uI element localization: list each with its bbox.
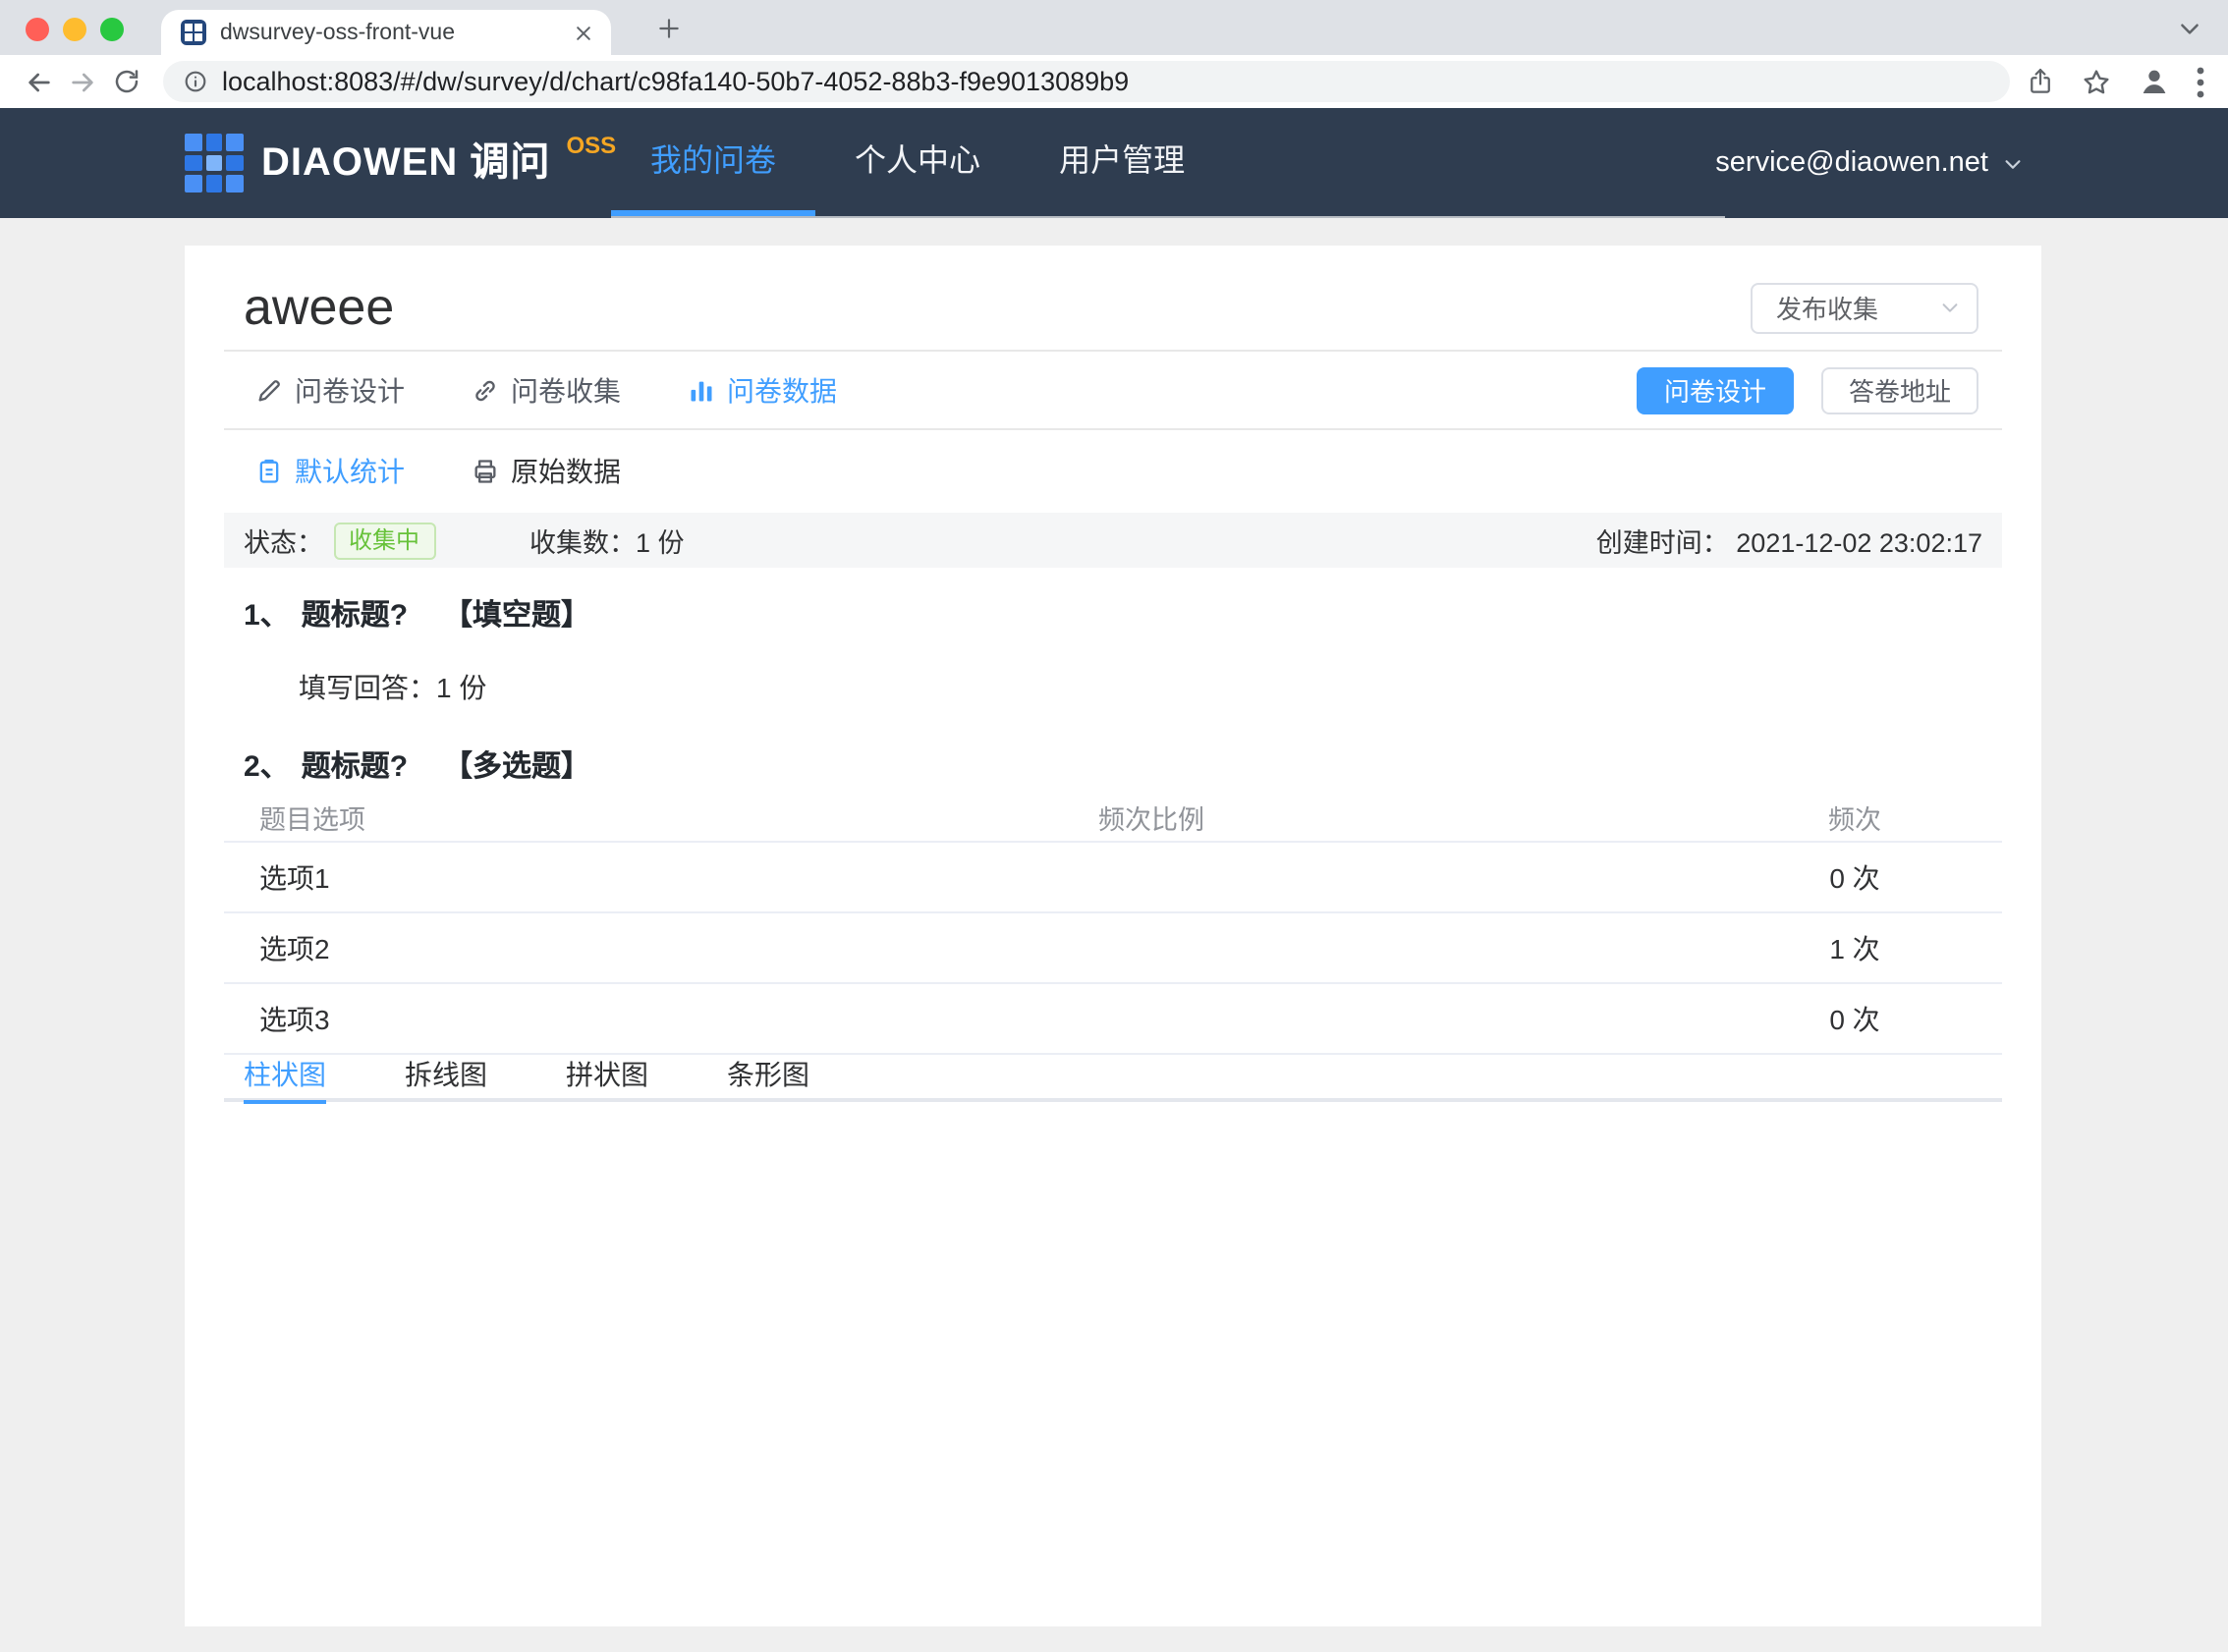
nav-item-my-surveys[interactable]: 我的问卷 bbox=[611, 108, 816, 216]
question-2-heading: 2、 题标题? 【多选题】 bbox=[244, 744, 2002, 786]
tab-label: 默认统计 bbox=[295, 456, 405, 487]
question-type-tag: 【多选题】 bbox=[443, 750, 591, 784]
tab-pie-chart[interactable]: 拼状图 bbox=[566, 1053, 648, 1100]
tab-line-chart[interactable]: 拆线图 bbox=[405, 1053, 487, 1100]
chevron-down-icon bbox=[2002, 152, 2024, 174]
table-row: 选项1 0.00% 0 次 bbox=[224, 843, 2002, 913]
address-bar[interactable]: localhost:8083/#/dw/survey/d/chart/c98fa… bbox=[163, 61, 2010, 102]
tab-search-chevron-icon[interactable] bbox=[2177, 16, 2204, 43]
tab-bar-chart[interactable]: 条形图 bbox=[727, 1053, 809, 1100]
minimize-window-button[interactable] bbox=[63, 18, 86, 41]
answer-value: 1 份 bbox=[436, 672, 487, 703]
tab-label: 原始数据 bbox=[511, 456, 621, 487]
site-info-icon[interactable] bbox=[183, 69, 208, 94]
browser-toolbar: localhost:8083/#/dw/survey/d/chart/c98fa… bbox=[0, 55, 2228, 108]
answer-label: 填写回答： bbox=[299, 672, 436, 703]
section-tabs-row: 问卷设计 问卷收集 问卷数据 问卷设计 答卷地址 bbox=[224, 352, 2002, 430]
nav-item-personal-center[interactable]: 个人中心 bbox=[815, 108, 1020, 216]
table-header-row: 题目选项 频次比例 频次 bbox=[224, 792, 2002, 843]
publish-collect-select[interactable]: 发布收集 bbox=[1751, 282, 1978, 333]
chart-type-tabs: 柱状图 拆线图 拼状图 条形图 bbox=[224, 1053, 2002, 1104]
page-background: aweee 发布收集 问卷设计 问卷收集 问卷数据 问卷设计 答卷地址 默认统计… bbox=[0, 218, 2228, 1652]
question-title: 题标题? bbox=[301, 750, 409, 784]
tab-survey-collect[interactable]: 问卷收集 bbox=[472, 370, 621, 410]
raw-data-printer-icon bbox=[472, 458, 499, 485]
question-number: 2、 bbox=[244, 750, 290, 784]
tab-column-chart[interactable]: 柱状图 bbox=[244, 1053, 326, 1104]
account-menu[interactable]: service@diaowen.net bbox=[1715, 108, 2024, 218]
created-time-label: 创建时间： bbox=[1595, 528, 1729, 558]
count-value: 1 次 bbox=[1829, 932, 1880, 964]
pencil-icon bbox=[255, 376, 283, 404]
answer-address-button[interactable]: 答卷地址 bbox=[1821, 366, 1978, 413]
options-table: 题目选项 频次比例 频次 选项1 0.00% 0 次 选项2 bbox=[224, 792, 2002, 1055]
profile-avatar-icon[interactable] bbox=[2138, 65, 2171, 98]
tab-label: 问卷收集 bbox=[511, 374, 621, 406]
reload-icon[interactable] bbox=[104, 60, 147, 103]
site-favicon bbox=[181, 20, 206, 45]
browser-tab[interactable]: dwsurvey-oss-front-vue bbox=[161, 10, 611, 55]
survey-card: aweee 发布收集 问卷设计 问卷收集 问卷数据 问卷设计 答卷地址 默认统计… bbox=[185, 246, 2041, 1626]
bookmark-star-icon[interactable] bbox=[2081, 66, 2112, 97]
status-bar: 状态： 收集中 收集数： 1 份 创建时间： 2021-12-02 23:02:… bbox=[224, 513, 2002, 568]
tab-label: 问卷数据 bbox=[727, 374, 837, 406]
count-value: 0 次 bbox=[1829, 861, 1880, 893]
browser-menu-icon[interactable] bbox=[2197, 66, 2204, 97]
clipboard-icon bbox=[255, 458, 283, 485]
link-icon bbox=[472, 376, 499, 404]
option-label: 选项2 bbox=[259, 932, 330, 964]
column-header-count: 频次 bbox=[1828, 804, 1881, 834]
back-icon[interactable] bbox=[18, 60, 61, 103]
tab-label: 问卷设计 bbox=[295, 374, 405, 406]
question-1-answer: 填写回答： 1 份 bbox=[299, 668, 2002, 707]
new-tab-button[interactable] bbox=[652, 12, 686, 45]
question-type-tag: 【填空题】 bbox=[443, 599, 591, 633]
tab-raw-data[interactable]: 原始数据 bbox=[472, 452, 621, 491]
table-row: 选项3 0.00% 0 次 bbox=[224, 984, 2002, 1055]
chevron-down-icon bbox=[1939, 297, 1961, 318]
tab-default-stats[interactable]: 默认统计 bbox=[255, 452, 405, 491]
window-controls bbox=[26, 18, 124, 41]
account-email: service@diaowen.net bbox=[1715, 147, 1988, 179]
tab-title: dwsurvey-oss-front-vue bbox=[220, 21, 456, 44]
stat-tabs-row: 默认统计 原始数据 bbox=[255, 430, 2002, 513]
status-label: 状态： bbox=[244, 528, 323, 558]
tab-survey-data[interactable]: 问卷数据 bbox=[688, 370, 837, 410]
option-label: 选项3 bbox=[259, 1003, 330, 1034]
main-nav: 我的问卷 个人中心 用户管理 bbox=[611, 108, 1725, 218]
question-title: 题标题? bbox=[301, 599, 409, 633]
nav-item-user-management[interactable]: 用户管理 bbox=[1020, 108, 1224, 216]
question-number: 1、 bbox=[244, 599, 290, 633]
tab-strip: dwsurvey-oss-front-vue bbox=[0, 0, 2228, 55]
brand-name: DIAOWEN 调问 bbox=[261, 141, 551, 185]
created-time-value: 2021-12-02 23:02:17 bbox=[1736, 528, 1982, 558]
brand-badge: OSS bbox=[566, 132, 617, 159]
share-icon[interactable] bbox=[2026, 67, 2055, 96]
survey-title-row: aweee 发布收集 bbox=[224, 246, 2002, 352]
table-row: 选项2 100.00% 1 次 bbox=[224, 913, 2002, 984]
question-1-heading: 1、 题标题? 【填空题】 bbox=[244, 593, 2002, 634]
bar-chart-icon bbox=[688, 376, 715, 404]
brand-logo-group[interactable]: DIAOWEN 调问 OSS bbox=[185, 132, 617, 193]
app-header: DIAOWEN 调问 OSS 我的问卷 个人中心 用户管理 service@di… bbox=[0, 108, 2228, 218]
url-text[interactable]: localhost:8083/#/dw/survey/d/chart/c98fa… bbox=[222, 67, 1129, 96]
collect-count-label: 收集数： bbox=[529, 528, 637, 558]
column-header-percent: 频次比例 bbox=[1098, 804, 1204, 834]
publish-collect-value: 发布收集 bbox=[1776, 295, 1879, 324]
survey-design-button[interactable]: 问卷设计 bbox=[1637, 366, 1794, 413]
tab-survey-design[interactable]: 问卷设计 bbox=[255, 370, 405, 410]
tab-close-icon[interactable] bbox=[568, 17, 599, 48]
status-badge: 收集中 bbox=[333, 522, 436, 559]
diaowen-logo-icon bbox=[185, 134, 244, 193]
forward-icon[interactable] bbox=[61, 60, 104, 103]
count-value: 0 次 bbox=[1829, 1003, 1880, 1034]
option-label: 选项1 bbox=[259, 861, 330, 893]
collect-count-value: 1 份 bbox=[636, 528, 685, 558]
survey-title: aweee bbox=[244, 277, 395, 336]
close-window-button[interactable] bbox=[26, 18, 49, 41]
column-header-option: 题目选项 bbox=[259, 804, 365, 834]
zoom-window-button[interactable] bbox=[100, 18, 124, 41]
